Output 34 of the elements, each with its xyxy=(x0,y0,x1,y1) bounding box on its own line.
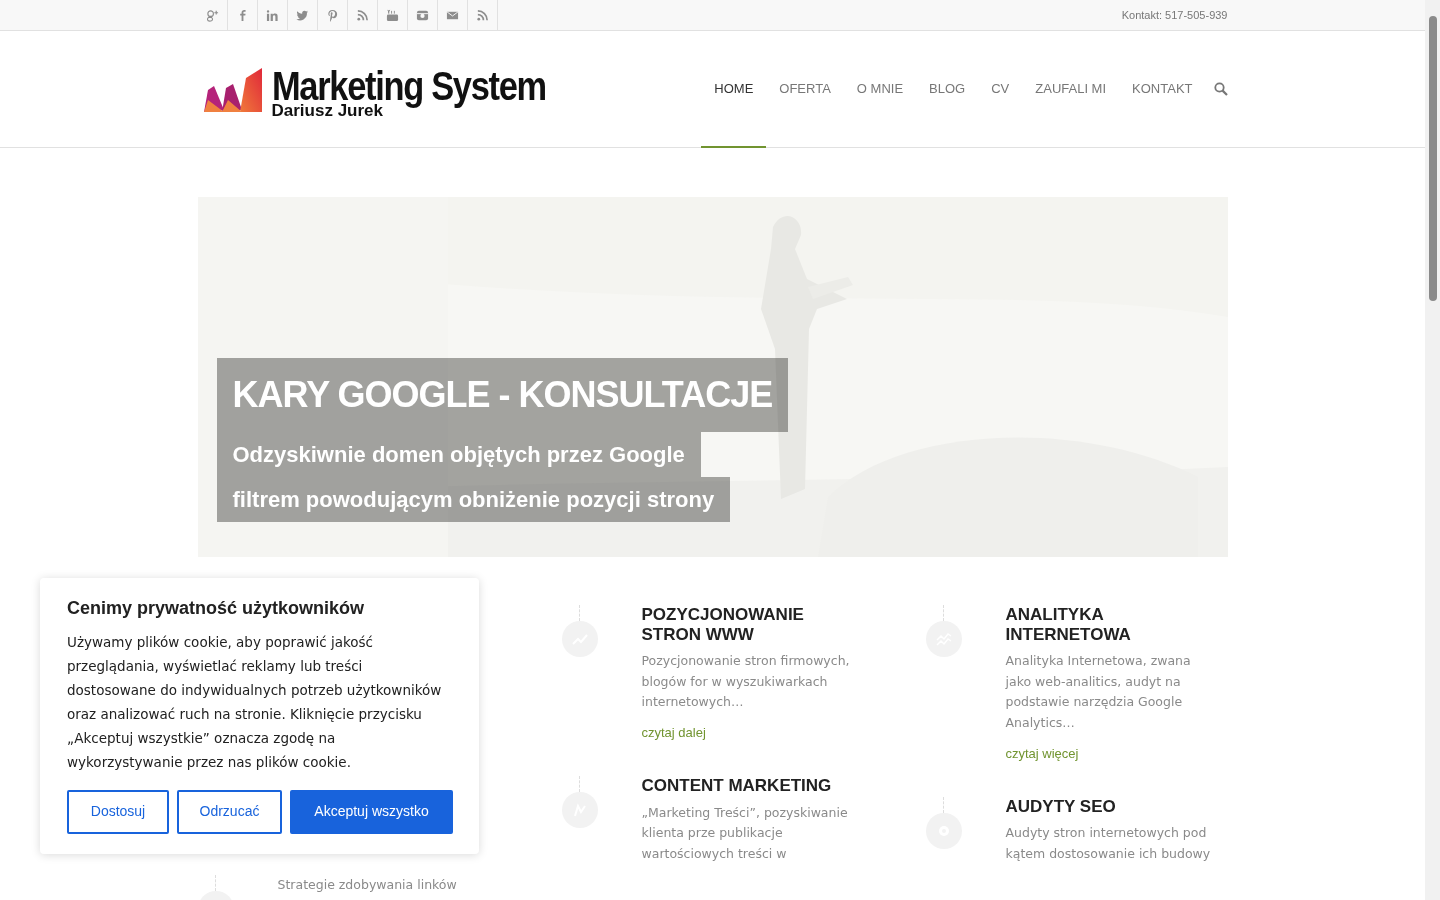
feature-title: POZYCJONOWANIE STRON WWW xyxy=(641,605,805,645)
nav-link-item[interactable]: HOME xyxy=(701,31,767,148)
feature-text: Audyty stron internetowych pod kątem dostosowanie ich budowy xyxy=(1005,824,1212,863)
nav-link-item[interactable]: OFERTA xyxy=(766,31,844,148)
secondary-button[interactable]: Odrzucać xyxy=(177,789,282,834)
feature-title: ANALITYKA INTERNETOWA xyxy=(1005,605,1132,645)
feature-text: Pozycjonowanie stron firmowych, blogów for w wyszukiwarkach internetowych… xyxy=(641,652,851,712)
scrollbar[interactable] xyxy=(1425,0,1440,900)
nav-link-item[interactable]: BLOG xyxy=(916,31,979,148)
slide-text: filtrem powodującym obniżenie pozycji strony xyxy=(216,477,731,522)
wave-icon xyxy=(925,605,962,657)
read-more-link[interactable]: czytaj dalej xyxy=(641,722,706,743)
accept-button[interactable]: Akceptuj wszystko xyxy=(290,789,453,834)
nav-link-item[interactable]: CV xyxy=(978,31,1023,148)
slide-title: KARY GOOGLE - KONSULTACJE xyxy=(216,358,789,432)
feature-text: Strategie zdobywania linków xyxy=(277,876,458,894)
feature-title: AUDYTY SEO xyxy=(1005,796,1117,817)
feather-icon xyxy=(561,775,598,828)
slide-text: Odzyskiwnie domen objętych przez Google xyxy=(216,432,701,477)
feature-text: Analityka Internetowa, zwana jako web-analitics, audyt na podstawie narzędzia Google Analytics… xyxy=(1005,652,1192,732)
nav-link-item[interactable]: ZAUFALI MI xyxy=(1022,31,1120,148)
secondary-button[interactable]: Dostosuj xyxy=(67,789,169,834)
nav-link-item[interactable]: KONTAKT xyxy=(1119,31,1206,148)
dialog-title: Cenimy prywatność użytkowników xyxy=(67,598,366,620)
gear-icon xyxy=(925,796,962,849)
nav-link-item[interactable]: O MNIE xyxy=(843,31,917,148)
feature-text: „Marketing Treści”, pozyskiwanie klienta prze publikacje wartościowych treści w xyxy=(641,803,849,863)
dialog-text: Używamy plików cookie, aby poprawić jakość przeglądania, wyświetlać reklamy lub treści dostosowane do indywidualnych potrzeb użytkowników oraz analizować ruch na stronie. Kliknięcie przycisku „Akceptuj wszystkie” oznacza zgodę na wykorzystywanie przez nas plików cookie. xyxy=(67,632,443,772)
feature-title: CONTENT MARKETING xyxy=(641,775,833,796)
contact-phone: Kontakt: 517-505-939 xyxy=(1121,7,1228,23)
logo-icon xyxy=(201,65,264,114)
chart-icon xyxy=(561,605,598,657)
read-more-link[interactable]: czytaj więcej xyxy=(1005,743,1079,764)
search-icon[interactable] xyxy=(1213,82,1228,96)
